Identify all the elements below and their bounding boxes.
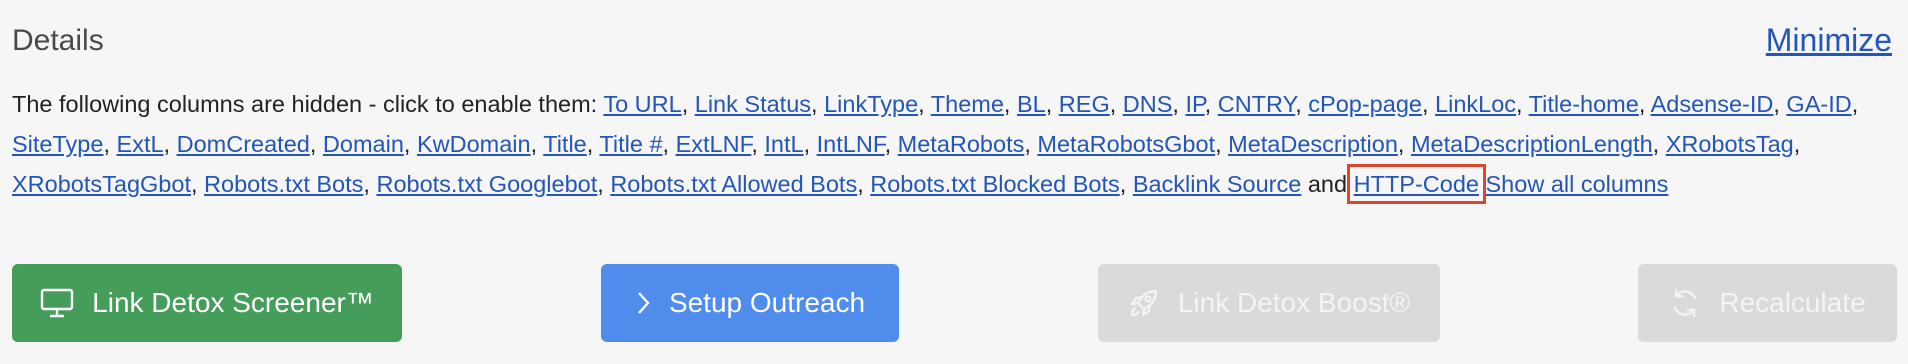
link-detox-screener-button[interactable]: Link Detox Screener™ — [12, 264, 402, 342]
column-link-extl[interactable]: ExtL — [117, 131, 164, 157]
column-link-cpop-page[interactable]: cPop-page — [1308, 91, 1422, 117]
link-detox-screener-label: Link Detox Screener™ — [92, 287, 374, 318]
show-all-columns-link[interactable]: Show all columns — [1486, 171, 1669, 197]
column-link-to-url[interactable]: To URL — [603, 91, 681, 117]
recalculate-button[interactable]: Recalculate — [1638, 264, 1897, 342]
setup-outreach-button[interactable]: Setup Outreach — [601, 264, 899, 342]
column-link-metadescriptionlength[interactable]: MetaDescriptionLength — [1411, 131, 1653, 157]
column-link-dns[interactable]: DNS — [1123, 91, 1173, 117]
recalculate-label: Recalculate — [1719, 287, 1866, 318]
column-link-extlnf[interactable]: ExtLNF — [676, 131, 752, 157]
rocket-icon — [1130, 289, 1157, 317]
column-link-intl[interactable]: IntL — [764, 131, 803, 157]
column-link-robots-txt-bots[interactable]: Robots.txt Bots — [204, 171, 363, 197]
refresh-icon — [1674, 288, 1697, 318]
monitor-icon — [40, 288, 74, 318]
chevron-right-icon — [638, 292, 650, 314]
column-link-linkloc[interactable]: LinkLoc — [1435, 91, 1516, 117]
link-detox-boost-button[interactable]: Link Detox Boost® — [1098, 264, 1440, 342]
column-link-title[interactable]: Title — [543, 131, 587, 157]
link-detox-boost-label: Link Detox Boost® — [1177, 287, 1411, 318]
column-link-kwdomain[interactable]: KwDomain — [417, 131, 531, 157]
hidden-columns-text: The following columns are hidden - click… — [12, 91, 1859, 204]
column-link-adsense-id[interactable]: Adsense-ID — [1651, 91, 1774, 117]
column-link-reg[interactable]: REG — [1059, 91, 1110, 117]
column-link-bl[interactable]: BL — [1017, 91, 1046, 117]
column-link-ga-id[interactable]: GA-ID — [1786, 91, 1851, 117]
column-link-http-code[interactable]: HTTP-Code — [1346, 164, 1486, 204]
column-link-ip[interactable]: IP — [1185, 91, 1204, 117]
column-link-xrobotstag[interactable]: XRobotsTag — [1666, 131, 1794, 157]
column-link-xrobotstaggbot[interactable]: XRobotsTagGbot — [12, 171, 191, 197]
column-link-cntry[interactable]: CNTRY — [1218, 91, 1296, 117]
column-link-linktype[interactable]: LinkType — [824, 91, 918, 117]
column-link-robots-txt-googlebot[interactable]: Robots.txt Googlebot — [376, 171, 597, 197]
column-link-sitetype[interactable]: SiteType — [12, 131, 103, 157]
column-link-robots-txt-allowed-bots[interactable]: Robots.txt Allowed Bots — [610, 171, 857, 197]
column-link-backlink-source[interactable]: Backlink Source — [1133, 171, 1302, 197]
page-title: Details — [12, 24, 104, 57]
column-link-theme[interactable]: Theme — [931, 91, 1004, 117]
column-link-robots-txt-blocked-bots[interactable]: Robots.txt Blocked Bots — [870, 171, 1119, 197]
column-link-metarobotsgbot[interactable]: MetaRobotsGbot — [1037, 131, 1215, 157]
setup-outreach-label: Setup Outreach — [668, 287, 866, 318]
column-link-link-status[interactable]: Link Status — [695, 91, 811, 117]
column-link-metarobots[interactable]: MetaRobots — [898, 131, 1025, 157]
conjunction-text: and — [1307, 171, 1348, 197]
column-link-title-home[interactable]: Title-home — [1529, 91, 1639, 117]
column-link-intlnf[interactable]: IntLNF — [817, 131, 885, 157]
hidden-columns-intro: The following columns are hidden - click… — [12, 91, 604, 117]
column-link-title[interactable]: Title # — [599, 131, 662, 157]
column-link-domcreated[interactable]: DomCreated — [177, 131, 310, 157]
column-link-domain[interactable]: Domain — [323, 131, 404, 157]
column-link-metadescription[interactable]: MetaDescription — [1228, 131, 1398, 157]
minimize-link[interactable]: Minimize — [1766, 22, 1892, 59]
